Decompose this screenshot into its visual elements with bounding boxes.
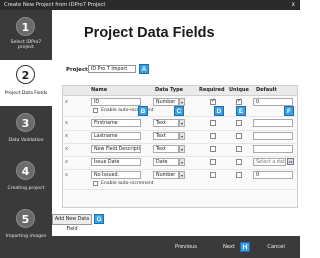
required-checkbox[interactable] xyxy=(210,146,216,152)
default-value-input[interactable] xyxy=(253,145,293,153)
table-row: x No Issued. Enable auto-increment Numbe… xyxy=(63,169,297,190)
data-type-select[interactable]: Text xyxy=(153,132,179,140)
callout-badge-e: E xyxy=(236,106,246,116)
chevron-down-icon[interactable]: ▾ xyxy=(179,145,185,153)
step-label: Data Validation xyxy=(8,138,44,143)
table-row: x Firstname Text ▾ xyxy=(63,117,297,131)
chevron-down-icon[interactable]: ▾ xyxy=(179,98,185,106)
data-fields-table: Name Data Type Required Unique Default x… xyxy=(62,85,298,208)
previous-button[interactable]: Previous xyxy=(172,243,200,252)
callout-badge-c: C xyxy=(174,106,184,116)
next-button[interactable]: Next xyxy=(220,243,238,252)
step-importing-images[interactable]: 5 Importing images xyxy=(0,204,52,250)
chevron-down-icon[interactable]: ▾ xyxy=(179,171,185,179)
title-bar: Create New Project from IDPro7 Project x xyxy=(0,0,300,10)
page-title: Project Data Fields xyxy=(84,25,215,41)
default-value-input[interactable] xyxy=(253,132,293,140)
field-name-input[interactable]: Issue Date xyxy=(91,158,141,166)
table-header: Name Data Type Required Unique Default xyxy=(63,86,297,96)
step-select-project[interactable]: 1 Select IDPro7 project xyxy=(0,12,52,58)
required-checkbox[interactable] xyxy=(210,133,216,139)
add-data-field-button[interactable]: Add New Data Field xyxy=(52,214,92,232)
unique-checkbox[interactable] xyxy=(236,172,242,178)
step-label: Importing images xyxy=(5,234,47,239)
field-name-input[interactable]: Lastname xyxy=(91,132,141,140)
header-unique: Unique xyxy=(229,87,249,93)
data-type-select[interactable]: Number xyxy=(153,98,179,106)
unique-checkbox[interactable] xyxy=(236,159,242,165)
data-type-select[interactable]: Date xyxy=(153,158,179,166)
default-value-input[interactable]: 0 xyxy=(253,98,293,106)
step-data-validation[interactable]: 3 Data Validation xyxy=(0,108,52,154)
date-picker-input[interactable]: Select a date xyxy=(253,158,286,166)
dialog-window: Create New Project from IDPro7 Project x… xyxy=(0,0,300,258)
required-checkbox[interactable] xyxy=(210,172,216,178)
cancel-button[interactable]: Cancel xyxy=(262,243,290,252)
callout-badge-d: D xyxy=(214,106,224,116)
callout-badge-h: H xyxy=(240,242,250,252)
step-number: 2 xyxy=(16,65,35,84)
remove-field-icon[interactable]: x xyxy=(65,99,68,105)
callout-badge-g: G xyxy=(94,214,104,224)
step-project-data-fields[interactable]: 2 Project Data Fields xyxy=(0,60,52,106)
field-name-input[interactable]: New Field Description xyxy=(91,145,141,153)
unique-checkbox[interactable] xyxy=(236,133,242,139)
default-value-input[interactable] xyxy=(253,119,293,127)
chevron-down-icon[interactable]: ▾ xyxy=(179,158,185,166)
main-panel: Project Data Fields Project name ID Pro … xyxy=(52,10,300,236)
unique-checkbox[interactable] xyxy=(236,120,242,126)
calendar-icon[interactable]: 15 xyxy=(287,158,294,165)
step-label: Project Data Fields xyxy=(4,91,48,96)
required-checkbox[interactable] xyxy=(210,120,216,126)
field-name-input[interactable]: No Issued. xyxy=(91,171,141,179)
window-title: Create New Project from IDPro7 Project xyxy=(4,2,106,8)
step-creating-project[interactable]: 4 Creating project xyxy=(0,156,52,202)
wizard-steps: 1 Select IDPro7 project 2 Project Data Fi… xyxy=(0,10,52,258)
chevron-down-icon[interactable]: ▾ xyxy=(179,132,185,140)
close-icon[interactable]: x xyxy=(291,0,295,10)
data-type-select[interactable]: Number xyxy=(153,171,179,179)
remove-field-icon[interactable]: x xyxy=(65,146,68,152)
default-value-input[interactable]: 0 xyxy=(253,171,293,179)
remove-field-icon[interactable]: x xyxy=(65,172,68,178)
required-checkbox[interactable] xyxy=(210,159,216,165)
header-default: Default xyxy=(256,87,277,93)
step-number: 3 xyxy=(16,113,35,132)
callout-badge-b: B xyxy=(138,106,148,116)
header-name: Name xyxy=(91,87,108,93)
step-number: 4 xyxy=(16,161,35,180)
unique-checkbox[interactable] xyxy=(236,146,242,152)
field-name-input[interactable]: Firstname xyxy=(91,119,141,127)
table-row: x Issue Date Date ▾ Select a date 15 xyxy=(63,156,297,170)
auto-increment-checkbox[interactable] xyxy=(93,108,98,113)
table-row: x Lastname Text ▾ xyxy=(63,130,297,144)
table-row: x New Field Description Text ▾ xyxy=(63,143,297,157)
step-label: Creating project xyxy=(7,186,45,191)
step-number: 5 xyxy=(16,209,35,228)
data-type-select[interactable]: Text xyxy=(153,119,179,127)
step-number: 1 xyxy=(16,17,35,36)
footer-bar: Previous Next H Cancel xyxy=(52,236,300,258)
auto-increment-label: Enable auto-increment xyxy=(101,181,154,186)
chevron-down-icon[interactable]: ▾ xyxy=(179,119,185,127)
unique-checkbox[interactable] xyxy=(236,98,242,105)
required-checkbox[interactable] xyxy=(210,98,216,105)
step-label: Select IDPro7 project xyxy=(10,40,42,51)
auto-increment-checkbox[interactable] xyxy=(93,181,98,186)
header-data-type: Data Type xyxy=(155,87,184,93)
header-required: Required xyxy=(199,87,225,93)
callout-badge-a: A xyxy=(139,64,149,74)
callout-badge-f: F xyxy=(284,106,294,116)
project-name-input[interactable]: ID Pro 7 Import xyxy=(88,65,136,73)
field-name-input[interactable]: ID xyxy=(91,98,141,106)
remove-field-icon[interactable]: x xyxy=(65,133,68,139)
data-type-select[interactable]: Text xyxy=(153,145,179,153)
remove-field-icon[interactable]: x xyxy=(65,159,68,165)
remove-field-icon[interactable]: x xyxy=(65,120,68,126)
